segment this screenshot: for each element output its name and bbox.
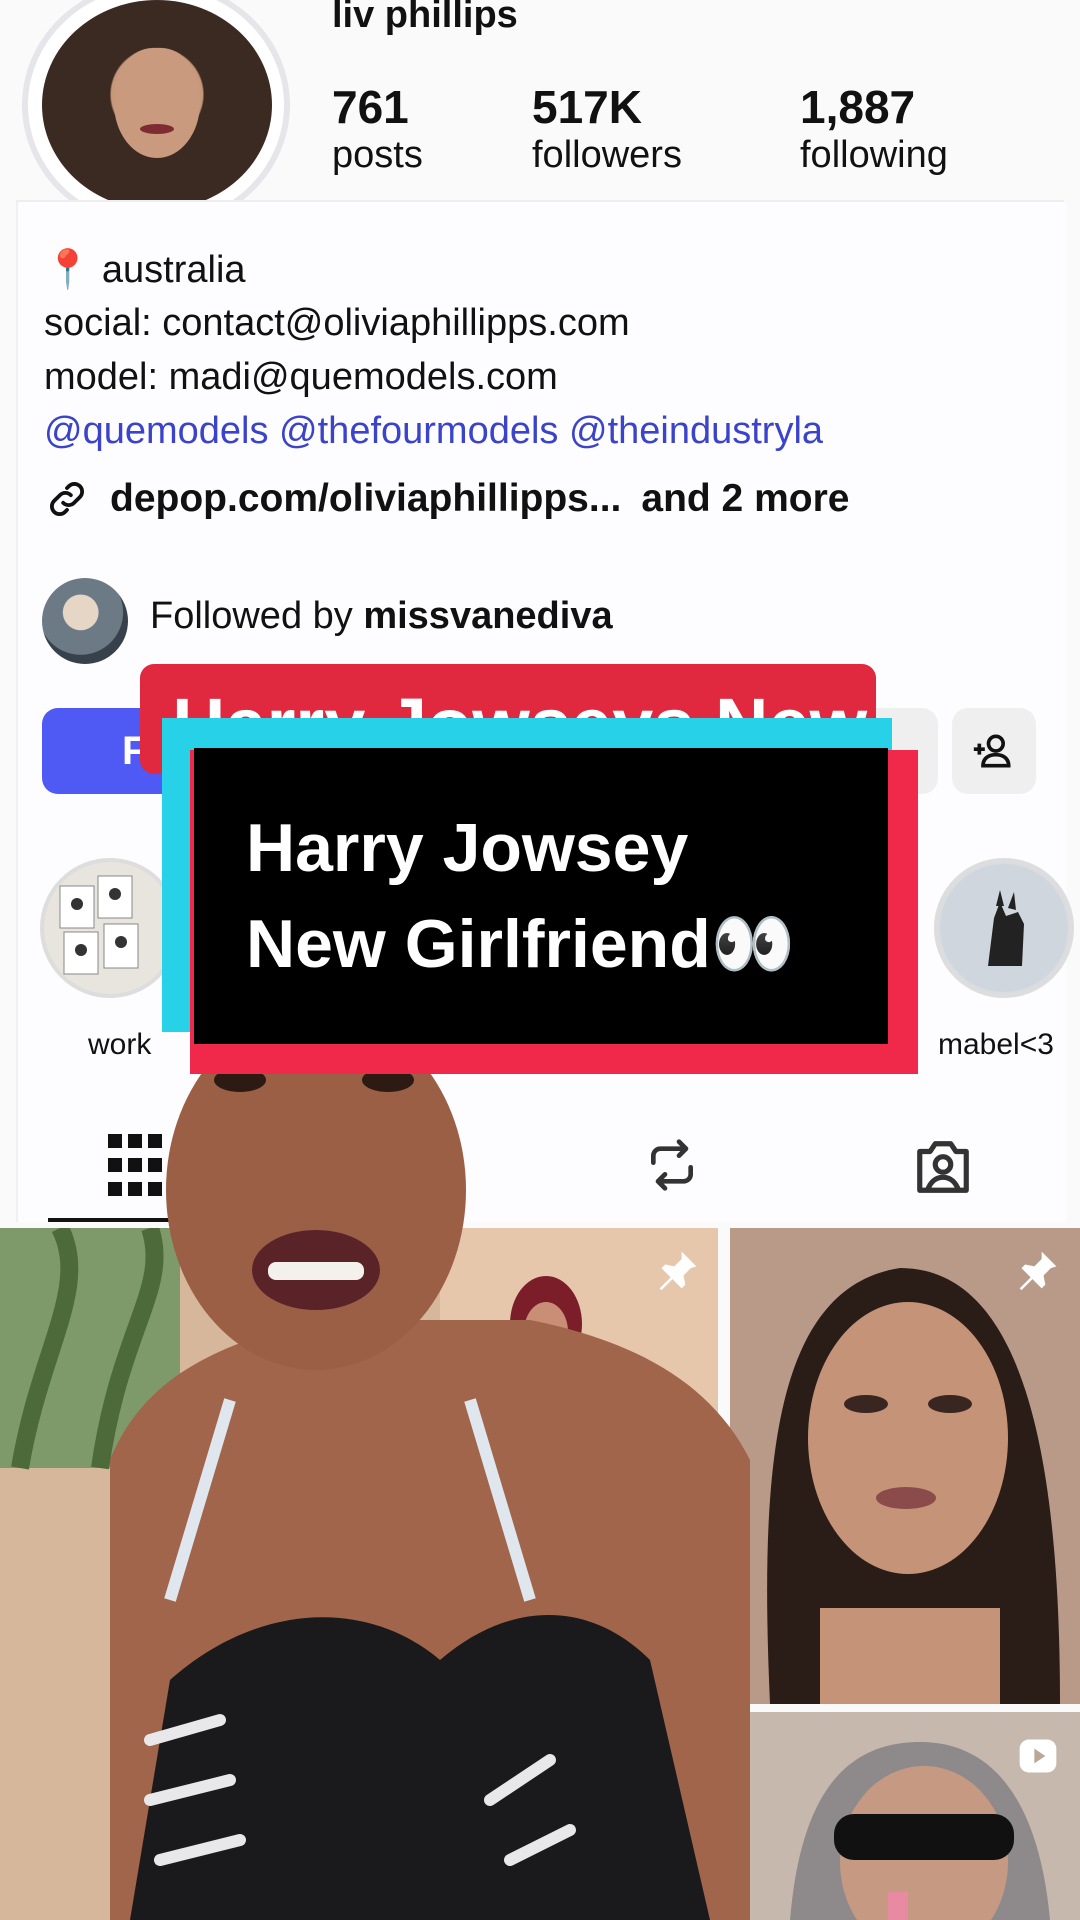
stat-following-label: following (800, 134, 948, 176)
followed-by-text[interactable]: Followed by missvanediva (150, 595, 613, 638)
mention-theindustryla[interactable]: @theindustryla (569, 410, 823, 452)
highlight-mabel-thumbnail (940, 864, 1068, 992)
tab-tagged[interactable] (912, 1136, 974, 1203)
location-pin-icon: 📍 (44, 249, 92, 291)
stat-following[interactable]: 1,887 following (800, 80, 948, 177)
reel-icon (1019, 1739, 1057, 1773)
avatar-lips (140, 124, 174, 134)
mention-thefourmodels[interactable]: @thefourmodels (279, 410, 558, 452)
highlight-work[interactable] (40, 858, 180, 998)
profile-avatar[interactable] (42, 0, 272, 210)
banner-title-line2: New Girlfriend👀 (246, 906, 796, 982)
post-2-image (730, 1228, 1080, 1704)
post-thumbnail-3[interactable] (730, 1712, 1080, 1920)
highlight-work-thumbnail (59, 875, 139, 975)
bio-social: social: contact@oliviaphillipps.com (44, 302, 630, 344)
suggested-users-button[interactable] (952, 708, 1036, 794)
stat-posts[interactable]: 761 posts (332, 80, 423, 177)
banner-title-line1: Harry Jowsey (246, 810, 689, 886)
post-thumbnail-2[interactable] (730, 1228, 1080, 1704)
stat-posts-value: 761 (332, 81, 409, 133)
tagged-person-icon (917, 1141, 969, 1193)
mention-quemodels[interactable]: @quemodels (44, 410, 268, 452)
followed-by-prefix: Followed by (150, 595, 353, 637)
bio-mentions: @quemodels @thefourmodels @theindustryla (44, 410, 823, 453)
stat-followers-value: 517K (532, 81, 642, 133)
bio-model: model: madi@quemodels.com (44, 356, 558, 398)
highlight-mabel[interactable] (934, 858, 1074, 998)
avatar-face (114, 48, 200, 158)
highlight-mabel-label: mabel<3 (938, 1028, 1054, 1061)
presenter-overlay (110, 1040, 750, 1920)
banner-title: Harry Jowsey New Girlfriend👀 (246, 800, 886, 992)
bio-location-text: australia (101, 249, 246, 291)
stat-followers[interactable]: 517K followers (532, 80, 682, 177)
bio-link-row[interactable]: depop.com/oliviaphillipps... and 2 more (44, 476, 849, 522)
link-icon (50, 482, 84, 516)
add-user-icon (973, 734, 1011, 768)
profile-username: liv phillips (332, 0, 518, 36)
followed-by-avatar[interactable] (42, 578, 128, 664)
bio-link-text[interactable]: depop.com/oliviaphillipps... (110, 477, 621, 521)
stat-posts-label: posts (332, 134, 423, 176)
pin-icon (1019, 1251, 1057, 1291)
bio-location: 📍 australia (44, 248, 246, 292)
stat-following-value: 1,887 (800, 81, 916, 133)
bio-link-more[interactable]: and 2 more (641, 477, 849, 521)
followed-by-user: missvanediva (363, 595, 613, 637)
stat-followers-label: followers (532, 134, 682, 176)
